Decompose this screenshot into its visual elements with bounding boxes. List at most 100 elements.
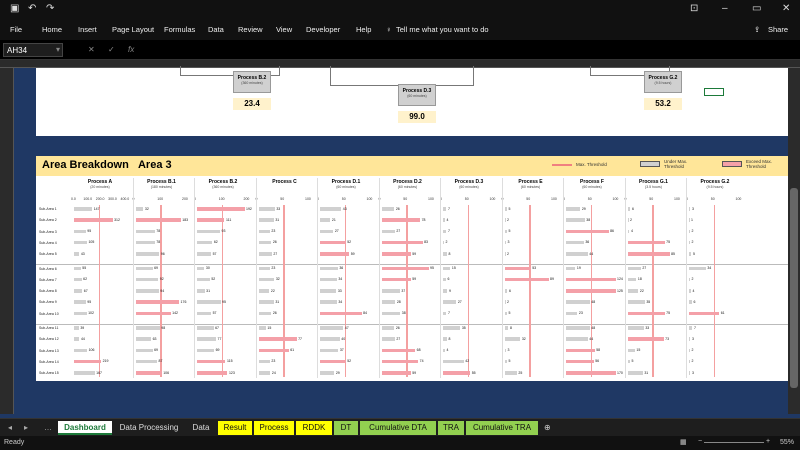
name-box-dropdown-icon[interactable]: ▾: [56, 45, 60, 54]
bar-value: 18: [637, 277, 642, 282]
tab-formulas[interactable]: Formulas: [164, 25, 195, 34]
bar-value: 44: [80, 336, 85, 341]
bar: [74, 359, 102, 364]
row-headers[interactable]: [0, 68, 14, 414]
new-sheet-icon[interactable]: ⊕: [540, 421, 555, 435]
bar-value: 38: [401, 311, 406, 316]
sheet-tab-data[interactable]: Data: [186, 421, 216, 435]
bar: [320, 240, 346, 245]
restore-button[interactable]: ▭: [752, 3, 761, 14]
zoom-in-icon[interactable]: +: [766, 438, 770, 445]
sheet-tab-rddk[interactable]: RDDK: [296, 421, 332, 435]
vertical-scrollbar[interactable]: [788, 68, 800, 414]
bar-value: 6: [631, 206, 634, 211]
bar-value: 94: [160, 288, 165, 293]
tab-view[interactable]: View: [276, 25, 292, 34]
minimize-button[interactable]: –: [722, 3, 728, 14]
group-separator: [36, 264, 790, 265]
sheet-tab-cumulative-tra[interactable]: Cumulative TRA: [466, 421, 538, 435]
bar-value: 124: [617, 277, 623, 282]
selected-cell[interactable]: [704, 88, 724, 96]
bar: [689, 311, 720, 316]
bar-value: 21: [331, 217, 336, 222]
bar-value: 2: [445, 240, 448, 245]
tab-home[interactable]: Home: [42, 25, 62, 34]
bar: [74, 348, 88, 353]
zoom-out-icon[interactable]: −: [698, 438, 702, 445]
bar: [197, 359, 226, 364]
worksheet-grid[interactable]: Process B.2 (360 minutes) 23.4 Process D…: [14, 66, 790, 414]
bar: [258, 218, 274, 222]
prev-sheet-icon[interactable]: ◂: [4, 421, 16, 435]
sheet-tab-cumulative-dta[interactable]: Cumulative DTA: [360, 421, 436, 435]
tab-file[interactable]: File: [10, 25, 22, 34]
tab-data[interactable]: Data: [208, 25, 224, 34]
sheet-tab-dashboard[interactable]: Dashboard: [58, 421, 112, 435]
bar: [381, 359, 419, 364]
tab-insert[interactable]: Insert: [78, 25, 97, 34]
max-threshold-line: [652, 205, 654, 377]
tell-me-box[interactable]: Tell me what you want to do: [396, 25, 489, 34]
tab-help[interactable]: Help: [356, 25, 371, 34]
tab-review[interactable]: Review: [238, 25, 263, 34]
bar-value: 2: [506, 299, 509, 304]
sheet-tab-data-processing[interactable]: Data Processing: [114, 421, 184, 435]
bar-value: 55: [471, 370, 476, 375]
bar: [504, 218, 506, 222]
bar-value: 1: [690, 217, 693, 222]
undo-icon[interactable]: ↶: [28, 3, 36, 14]
ribbon-display-icon[interactable]: ⊡: [690, 3, 698, 14]
status-ready: Ready: [4, 439, 25, 446]
row-label: Sub-Area 11: [39, 326, 59, 330]
bar: [627, 371, 643, 375]
sheet-tab-dt[interactable]: DT: [334, 421, 358, 435]
bar-value: 85: [671, 251, 675, 256]
tick-label: 50: [649, 197, 654, 201]
bar-value: 5: [631, 359, 634, 364]
page-view-icon[interactable]: ▦: [680, 438, 687, 446]
tick-label: 50: [403, 197, 408, 201]
redo-icon[interactable]: ↷: [46, 3, 54, 14]
name-box[interactable]: AH34: [3, 43, 63, 57]
bar-value: 192: [246, 206, 252, 211]
group-separator: [36, 323, 790, 325]
bar-value: 53: [532, 266, 537, 270]
sheet-tab-process[interactable]: Process: [254, 421, 294, 435]
cancel-icon[interactable]: ✕: [88, 45, 95, 54]
bar-value: 7: [693, 325, 696, 330]
bar: [381, 207, 395, 211]
bar-value: 39: [80, 325, 85, 330]
bar: [135, 359, 158, 364]
bar: [258, 300, 274, 304]
row-label: Sub-Area 4: [39, 240, 57, 245]
more-sheets-icon[interactable]: …: [40, 421, 56, 435]
sheet-tab-tra[interactable]: TRA: [438, 421, 464, 435]
insert-function-icon[interactable]: fx: [128, 45, 134, 54]
bar: [689, 359, 690, 364]
bar: [135, 218, 181, 222]
zoom-level[interactable]: 55%: [780, 439, 794, 446]
zoom-slider[interactable]: [704, 442, 764, 443]
column-divider: [686, 178, 687, 378]
bar: [443, 311, 447, 316]
bar: [566, 277, 616, 282]
save-icon[interactable]: ▣: [10, 3, 19, 14]
scrollbar-thumb[interactable]: [790, 188, 798, 388]
bar: [689, 348, 690, 353]
bar: [689, 326, 693, 330]
bar-value: 36: [585, 240, 590, 245]
bar: [381, 371, 411, 375]
bar: [320, 337, 340, 341]
close-button[interactable]: ✕: [782, 3, 790, 14]
bar: [74, 266, 81, 270]
bar: [566, 207, 581, 211]
share-button[interactable]: Share: [768, 25, 788, 34]
next-sheet-icon[interactable]: ▸: [20, 421, 32, 435]
column-duration: (60 minutes): [582, 185, 602, 189]
enter-icon[interactable]: ✓: [108, 45, 115, 54]
bar-value: 75: [666, 311, 671, 316]
sheet-tab-result[interactable]: Result: [218, 421, 252, 435]
tick-label: 200: [243, 197, 250, 201]
tab-developer[interactable]: Developer: [306, 25, 340, 34]
tab-page-layout[interactable]: Page Layout: [112, 25, 154, 34]
